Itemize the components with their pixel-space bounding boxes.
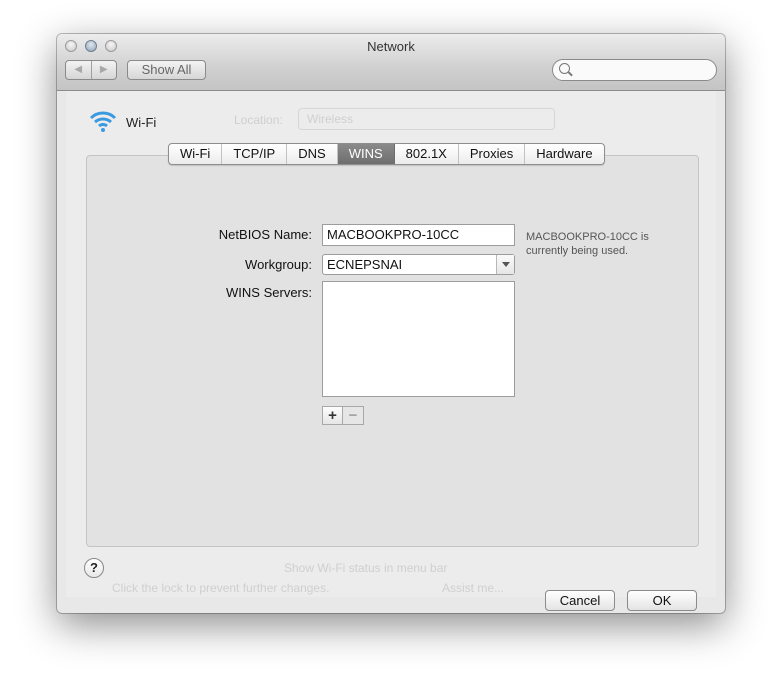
forward-arrow-icon[interactable]: ▶ [92,61,117,79]
service-header: Wi-Fi [88,109,156,135]
ok-button[interactable]: OK [627,590,697,611]
wins-servers-label: WINS Servers: [226,285,312,300]
netbios-name-label: NetBIOS Name: [218,227,312,242]
wins-add-remove: + − [322,406,364,425]
tab-bar: Wi-Fi TCP/IP DNS WINS 802.1X Proxies Har… [168,143,605,165]
tab-wins[interactable]: WINS [337,144,395,164]
back-arrow-icon[interactable]: ◀ [66,61,92,79]
tab-proxies[interactable]: Proxies [459,144,526,164]
tab-dns[interactable]: DNS [287,144,338,164]
show-all-button[interactable]: Show All [127,60,206,80]
tab-8021x[interactable]: 802.1X [395,144,459,164]
cancel-button[interactable]: Cancel [545,590,615,611]
help-button[interactable]: ? [84,558,104,578]
tab-hardware[interactable]: Hardware [525,144,603,164]
service-name: Wi-Fi [126,114,157,130]
netbios-name-input[interactable]: MACBOOKPRO-10CC [322,224,515,246]
netbios-note: MACBOOKPRO-10CC is currently being used. [526,231,649,257]
network-window: Network ◀ ▶ Show All Location: Wireless … [57,34,725,613]
tab-wifi[interactable]: Wi-Fi [169,144,223,164]
tab-tcpip[interactable]: TCP/IP [222,144,288,164]
search-icon [559,63,570,74]
wins-servers-list[interactable] [322,281,515,397]
window-title: Network [367,39,415,54]
search-input[interactable] [552,59,717,81]
title-bar: Network ◀ ▶ Show All [57,34,725,91]
workgroup-label: Workgroup: [245,257,312,272]
chevron-down-icon[interactable] [496,255,514,274]
wifi-icon [89,111,117,132]
workgroup-value: ECNEPSNAI [327,257,403,272]
workgroup-combobox[interactable]: ECNEPSNAI [322,254,515,275]
remove-server-button[interactable]: − [343,406,364,425]
advanced-sheet: Wi-Fi Wi-Fi TCP/IP DNS WINS 802.1X Proxi… [66,91,716,611]
back-forward-control: ◀ ▶ [65,60,117,80]
pane-content: Location: Wireless Ethernet FireWire Blu… [66,91,716,611]
add-server-button[interactable]: + [322,406,343,425]
